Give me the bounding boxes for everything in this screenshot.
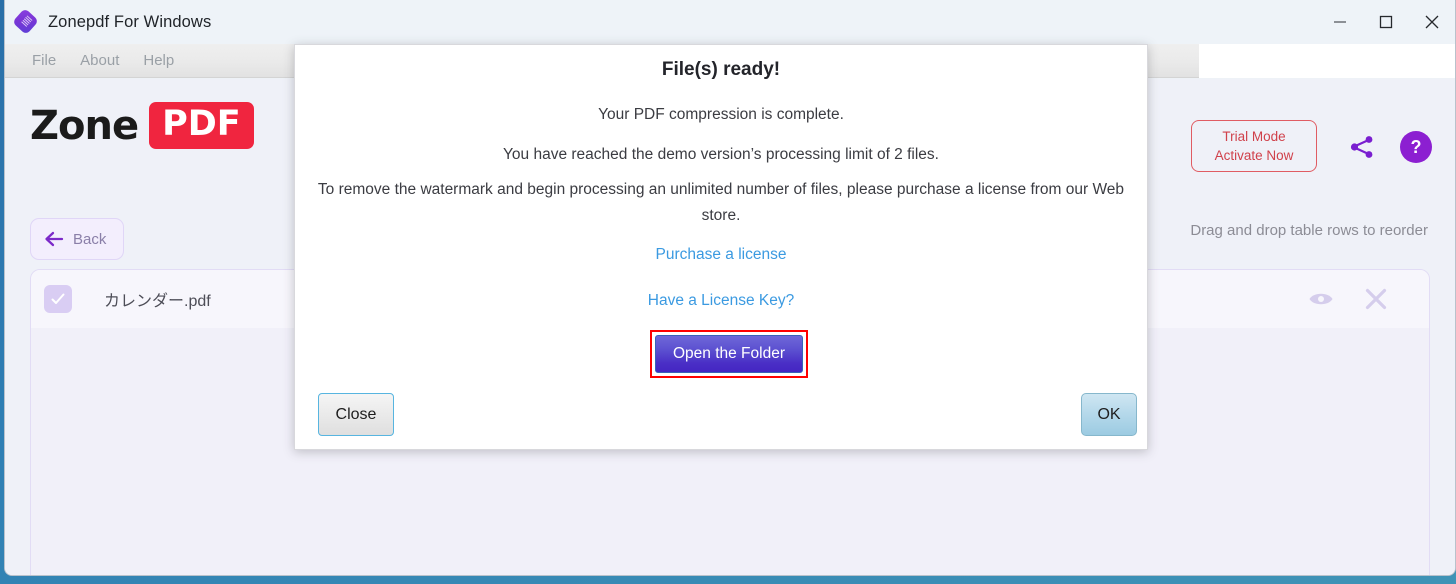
app-logo-icon xyxy=(12,8,39,35)
close-x-icon xyxy=(1365,288,1387,310)
have-license-key-link[interactable]: Have a License Key? xyxy=(295,292,1147,310)
file-row-checkbox[interactable] xyxy=(44,285,72,313)
preview-button[interactable] xyxy=(1308,289,1334,309)
title-bar: Zonepdf For Windows xyxy=(5,0,1455,44)
remove-file-button[interactable] xyxy=(1364,287,1388,311)
close-button[interactable]: Close xyxy=(318,393,394,436)
brand-pdf-badge: PDF xyxy=(149,102,254,149)
trial-mode-activate-button[interactable]: Trial Mode Activate Now xyxy=(1191,120,1317,172)
help-button[interactable]: ? xyxy=(1400,131,1432,163)
minimize-button[interactable] xyxy=(1317,0,1363,44)
help-icon: ? xyxy=(1410,136,1422,157)
close-window-button[interactable] xyxy=(1409,0,1455,44)
window-controls xyxy=(1317,0,1455,44)
dialog-message-line-1: Your PDF compression is complete. xyxy=(598,106,844,123)
close-icon xyxy=(1425,15,1439,29)
purchase-license-link[interactable]: Purchase a license xyxy=(295,246,1147,264)
dialog-message-line-2: You have reached the demo version’s proc… xyxy=(503,146,939,163)
trial-mode-line1: Trial Mode xyxy=(1222,129,1286,144)
open-folder-highlight: Open the Folder xyxy=(650,330,808,378)
back-button[interactable]: Back xyxy=(30,218,124,260)
menubar-filler xyxy=(1199,44,1455,78)
file-row-actions xyxy=(1308,287,1388,311)
brand-zone-text: Zone xyxy=(30,102,139,149)
eye-icon xyxy=(1309,293,1333,305)
brand-logo: Zone PDF xyxy=(30,102,254,149)
share-button[interactable] xyxy=(1347,132,1377,162)
menu-item-about[interactable]: About xyxy=(68,44,131,78)
ok-button[interactable]: OK xyxy=(1081,393,1137,436)
open-the-folder-button[interactable]: Open the Folder xyxy=(655,335,803,373)
files-ready-dialog: File(s) ready! Your PDF compression is c… xyxy=(294,44,1148,450)
arrow-left-icon xyxy=(44,231,64,247)
file-row-name: カレンダー.pdf xyxy=(104,293,211,310)
share-icon xyxy=(1350,136,1373,158)
dialog-title: File(s) ready! xyxy=(661,59,781,80)
minimize-icon xyxy=(1334,21,1346,23)
check-icon xyxy=(51,293,65,304)
dialog-message-line-3: To remove the watermark and begin proces… xyxy=(317,181,1125,224)
menu-item-help[interactable]: Help xyxy=(131,44,186,78)
reorder-hint-label: Drag and drop table rows to reorder xyxy=(1190,222,1428,239)
window-title: Zonepdf For Windows xyxy=(48,12,212,31)
maximize-button[interactable] xyxy=(1363,0,1409,44)
menu-item-file[interactable]: File xyxy=(20,44,68,78)
trial-mode-line2: Activate Now xyxy=(1214,148,1294,163)
back-button-label: Back xyxy=(73,230,107,248)
maximize-icon xyxy=(1379,15,1393,29)
